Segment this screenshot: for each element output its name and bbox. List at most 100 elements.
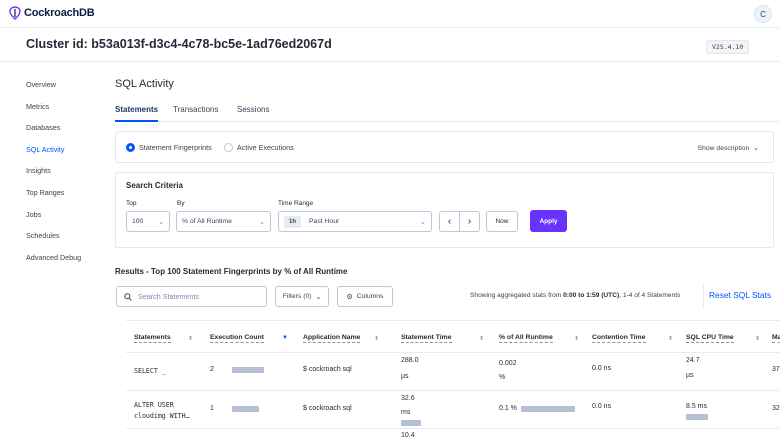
sort-icon[interactable]: ⬍ [374, 335, 379, 342]
radio-label: Active Executions [237, 143, 294, 152]
column-header-statement-time[interactable]: Statement Time [401, 334, 452, 343]
tab-statements[interactable]: Statements [115, 105, 159, 122]
stats-prefix: Showing aggregated stats from [470, 292, 564, 299]
pct-runtime: 0.002 [499, 360, 517, 367]
search-placeholder: Search Statements [138, 292, 200, 301]
tab-transactions[interactable]: Transactions [173, 105, 219, 120]
column-header-max[interactable]: Ma [772, 334, 780, 343]
sort-icon[interactable]: ⬍ [188, 335, 193, 342]
column-header-statements[interactable]: Statements [134, 334, 171, 343]
execution-count-bar [232, 406, 259, 412]
row-divider [126, 390, 780, 391]
apply-button[interactable]: Apply [530, 210, 567, 232]
statement-text-continued[interactable]: cloudimg WITH… [134, 411, 190, 422]
statement-text[interactable]: SELECT _ [134, 366, 166, 377]
header-divider [126, 352, 780, 353]
search-criteria-panel: Search Criteria Top 100 ⌄ By % of All Ru… [115, 172, 774, 248]
show-description-toggle[interactable]: Show description ⌄ [697, 144, 759, 153]
reset-sql-stats-link[interactable]: Reset SQL Stats [709, 290, 771, 300]
app-name: CockroachDB [24, 7, 95, 19]
chevron-down-icon: ⌄ [753, 145, 759, 152]
max-value: 32 [772, 405, 780, 412]
time-next-button[interactable]: › [459, 211, 480, 232]
chevron-left-icon: ‹ [447, 216, 452, 227]
page-title: SQL Activity [115, 78, 174, 90]
show-description-label: Show description [697, 144, 750, 152]
tab-bar: Statements Transactions Sessions [115, 102, 780, 122]
statements-table: Statements ⬍ Execution Count ▼ Applicati… [126, 320, 780, 439]
by-label: By [177, 200, 185, 207]
user-avatar[interactable]: C [754, 5, 772, 23]
sort-icon[interactable]: ⬍ [755, 335, 760, 342]
statement-time: 10.4 [401, 432, 415, 439]
radio-statement-fingerprints[interactable]: Statement Fingerprints [126, 143, 212, 152]
filters-label: Filters (0) [282, 293, 312, 300]
sidebar-item-jobs[interactable]: Jobs [26, 210, 106, 232]
contention-time: 0.0 ns [592, 365, 612, 372]
sidebar-item-insights[interactable]: Insights [26, 166, 106, 188]
pct-runtime-bar [521, 406, 575, 412]
top-select[interactable]: 100 ⌄ [126, 211, 170, 232]
time-prev-button[interactable]: ‹ [439, 211, 460, 232]
search-criteria-title: Search Criteria [126, 181, 183, 190]
by-select[interactable]: % of All Runtime ⌄ [176, 211, 271, 232]
time-range-select[interactable]: 1h Past Hour ⌄ [278, 211, 432, 232]
sql-cpu-time-unit: µs [686, 372, 694, 379]
sql-cpu-time-bar [686, 414, 708, 420]
application-name: $ cockroach sql [303, 366, 352, 373]
time-range-chip: 1h [284, 215, 302, 228]
sidebar-nav: Overview Metrics Databases SQL Activity … [26, 80, 106, 274]
now-button[interactable]: Now [486, 211, 518, 232]
filters-button[interactable]: Filters (0) ⌄ [275, 286, 329, 307]
top-label: Top [126, 200, 137, 207]
tab-sessions[interactable]: Sessions [237, 105, 269, 120]
column-header-execution-count[interactable]: Execution Count [210, 334, 264, 343]
radio-selected-icon [126, 143, 135, 152]
column-header-pct-runtime[interactable]: % of All Runtime [499, 334, 553, 343]
chevron-down-icon: ⌄ [420, 219, 426, 226]
cluster-id-title: Cluster id: b53a013f-d3c4-4c78-bc5e-1ad7… [26, 37, 332, 51]
statement-time-unit: ms [401, 409, 411, 416]
cockroach-logo-icon [9, 6, 21, 20]
sort-desc-icon[interactable]: ▼ [282, 335, 288, 341]
chevron-down-icon: ⌄ [315, 293, 322, 301]
sidebar-item-advanced-debug[interactable]: Advanced Debug [26, 253, 106, 275]
sidebar-item-databases[interactable]: Databases [26, 123, 106, 145]
stats-suffix: , 1-4 of 4 Statements [619, 292, 681, 299]
column-header-sql-cpu-time[interactable]: SQL CPU Time [686, 334, 734, 343]
sql-cpu-time: 8.5 ms [686, 403, 708, 410]
statement-time-bar [401, 420, 421, 426]
sort-icon[interactable]: ⬍ [668, 335, 673, 342]
view-mode-panel: Statement Fingerprints Active Executions… [115, 131, 774, 163]
time-range-label: Time Range [278, 200, 314, 207]
search-input[interactable]: Search Statements [116, 286, 267, 307]
divider [703, 284, 704, 308]
search-icon [124, 292, 132, 301]
cluster-bar: Cluster id: b53a013f-d3c4-4c78-bc5e-1ad7… [0, 28, 780, 62]
sidebar-item-sql-activity[interactable]: SQL Activity [26, 145, 106, 167]
app-logo[interactable]: CockroachDB [9, 6, 95, 20]
max-value: 37 [772, 366, 780, 373]
sidebar-item-overview[interactable]: Overview [26, 80, 106, 102]
columns-button[interactable]: ⚙ Columns [337, 286, 393, 307]
statement-text[interactable]: ALTER USER [134, 400, 174, 411]
statement-time-unit: µs [401, 373, 409, 380]
column-header-application-name[interactable]: Application Name [303, 334, 361, 343]
chevron-down-icon: ⌄ [158, 219, 164, 226]
sidebar-item-schedules[interactable]: Schedules [26, 231, 106, 253]
sidebar-item-top-ranges[interactable]: Top Ranges [26, 188, 106, 210]
contention-time: 0.0 ns [592, 403, 612, 410]
top-select-value: 100 [132, 218, 144, 225]
columns-label: Columns [356, 293, 384, 300]
execution-count-bar [232, 367, 265, 373]
sort-icon[interactable]: ⬍ [479, 335, 484, 342]
radio-active-executions[interactable]: Active Executions [224, 143, 294, 152]
top-header: CockroachDB C [0, 0, 780, 28]
sort-icon[interactable]: ⬍ [574, 335, 579, 342]
column-header-contention-time[interactable]: Contention Time [592, 334, 646, 343]
chevron-down-icon: ⌄ [259, 219, 265, 226]
sidebar-item-metrics[interactable]: Metrics [26, 102, 106, 124]
pct-runtime: 0.1 % [499, 405, 517, 412]
statement-time: 288.0 [401, 357, 419, 364]
gear-icon: ⚙ [346, 293, 353, 301]
